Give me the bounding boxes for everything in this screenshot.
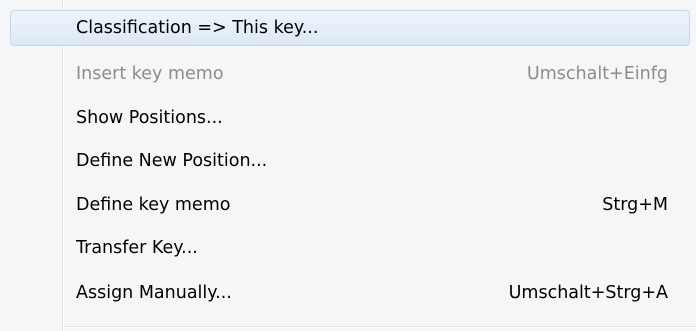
menu-item-label: Assign Manually... <box>76 283 232 303</box>
menu-item-shortcut: Strg+M <box>602 195 668 215</box>
menu-item-shortcut: Umschalt+Strg+A <box>508 283 668 303</box>
menu-item-classification-this-key[interactable]: Classification => This key... <box>0 0 696 46</box>
menu-item-insert-key-memo: Insert key memo Umschalt+Einfg <box>0 54 696 94</box>
menu-item-shortcut: Umschalt+Einfg <box>526 64 668 84</box>
menu-item-assign-manually[interactable]: Assign Manually... Umschalt+Strg+A <box>0 273 696 313</box>
menu-item-label: Classification => This key... <box>76 18 319 38</box>
menu-item-label: Define New Position... <box>76 151 268 171</box>
context-menu: Classification => This key... Insert key… <box>0 0 696 331</box>
menu-item-label: Transfer Key... <box>76 238 198 258</box>
menu-separator-highlight <box>64 327 696 328</box>
menu-item-show-positions[interactable]: Show Positions... <box>0 98 696 138</box>
menu-item-label: Show Positions... <box>76 108 223 128</box>
menu-item-define-key-memo[interactable]: Define key memo Strg+M <box>0 185 696 225</box>
menu-item-label: Define key memo <box>76 195 231 215</box>
menu-item-define-new-position[interactable]: Define New Position... <box>0 141 696 181</box>
menu-item-label: Insert key memo <box>76 64 224 84</box>
menu-item-transfer-key[interactable]: Transfer Key... <box>0 228 696 268</box>
